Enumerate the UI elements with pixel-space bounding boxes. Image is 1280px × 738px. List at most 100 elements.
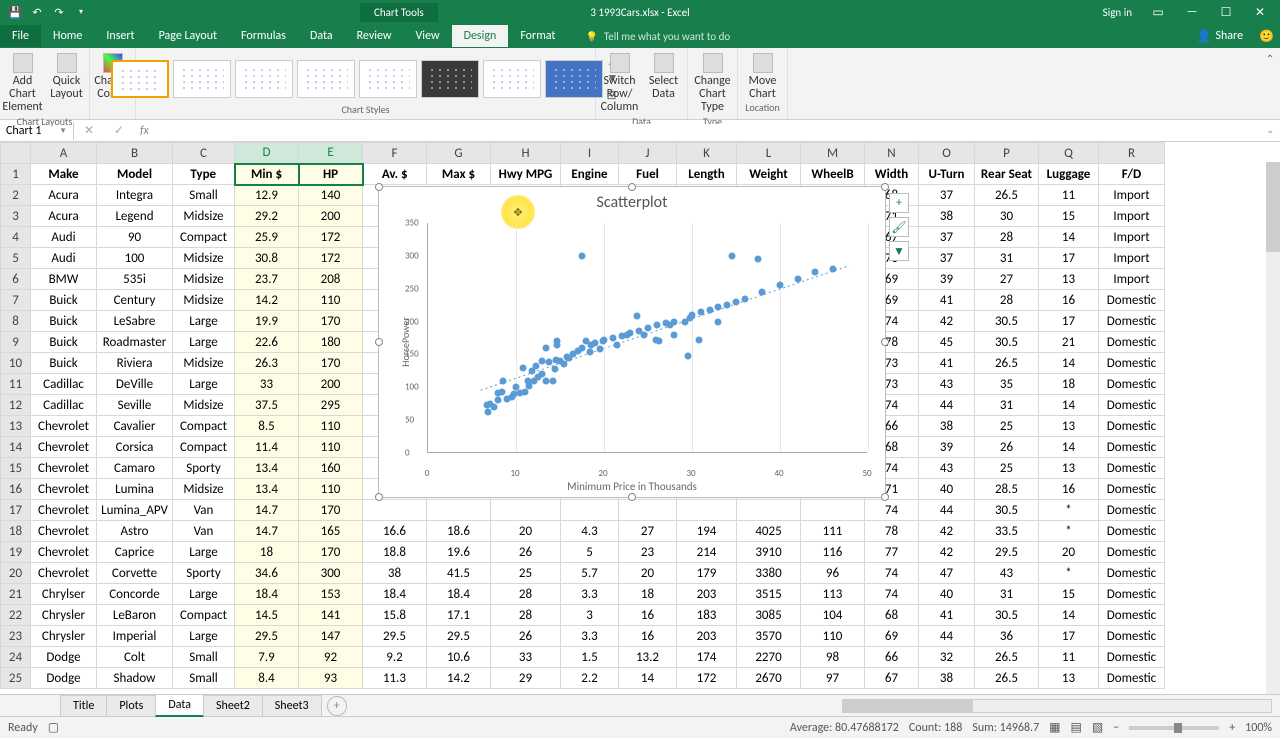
column-header[interactable]: R — [1099, 143, 1165, 164]
horizontal-scrollbar[interactable] — [842, 699, 1272, 713]
cell[interactable]: 41 — [919, 605, 975, 626]
cell[interactable]: 18.6 — [427, 521, 491, 542]
cell[interactable]: Domestic — [1099, 332, 1165, 353]
cell[interactable]: 13 — [1039, 458, 1099, 479]
cell[interactable]: 4.3 — [561, 521, 619, 542]
cell[interactable]: Large — [173, 332, 235, 353]
cell[interactable]: 147 — [299, 626, 363, 647]
cell[interactable]: 26.5 — [975, 353, 1039, 374]
row-header[interactable]: 12 — [1, 395, 31, 416]
cell[interactable]: 3380 — [737, 563, 801, 584]
cell[interactable] — [561, 500, 619, 521]
resize-handle[interactable] — [881, 183, 889, 191]
cell[interactable]: 36 — [975, 626, 1039, 647]
cell[interactable]: 18 — [235, 542, 299, 563]
data-point[interactable] — [812, 269, 819, 276]
cell[interactable]: 43 — [975, 563, 1039, 584]
cell[interactable]: Domestic — [1099, 647, 1165, 668]
tab-review[interactable]: Review — [345, 25, 404, 47]
cell[interactable]: 203 — [677, 626, 737, 647]
column-header[interactable]: E — [299, 143, 363, 164]
cell[interactable]: 170 — [299, 500, 363, 521]
cell[interactable]: Large — [173, 374, 235, 395]
data-point[interactable] — [671, 331, 678, 338]
cell[interactable]: 19.9 — [235, 311, 299, 332]
cell[interactable]: 153 — [299, 584, 363, 605]
cell[interactable]: Acura — [31, 206, 97, 227]
resize-handle[interactable] — [881, 338, 889, 346]
cell[interactable]: 39 — [919, 437, 975, 458]
cell[interactable]: 29.5 — [235, 626, 299, 647]
cell[interactable]: Compact — [173, 416, 235, 437]
cell[interactable]: 25.9 — [235, 227, 299, 248]
switch-row-column-button[interactable]: Switch Row/ Column — [600, 51, 640, 115]
cell[interactable]: Roadmaster — [97, 332, 173, 353]
data-point[interactable] — [495, 396, 502, 403]
cell[interactable]: 300 — [299, 563, 363, 584]
cell[interactable]: 179 — [677, 563, 737, 584]
cell[interactable]: 26.3 — [235, 353, 299, 374]
data-point[interactable] — [596, 346, 603, 353]
header-cell[interactable]: Luggage — [1039, 164, 1099, 185]
cell[interactable]: Shadow — [97, 668, 173, 689]
cell[interactable]: Chevrolet — [31, 563, 97, 584]
cell[interactable]: 208 — [299, 269, 363, 290]
cell[interactable]: 44 — [919, 395, 975, 416]
cell[interactable]: 42 — [919, 542, 975, 563]
row-header[interactable]: 14 — [1, 437, 31, 458]
change-chart-type-button[interactable]: Change Chart Type — [693, 51, 733, 115]
cell[interactable]: 97 — [801, 668, 865, 689]
row-header[interactable]: 7 — [1, 290, 31, 311]
cell[interactable]: Integra — [97, 185, 173, 206]
cell[interactable]: 11.4 — [235, 437, 299, 458]
data-point[interactable] — [733, 298, 740, 305]
cell[interactable]: 21 — [1039, 332, 1099, 353]
cell[interactable]: 4025 — [737, 521, 801, 542]
header-cell[interactable]: WheelB — [801, 164, 865, 185]
cell[interactable]: Domestic — [1099, 521, 1165, 542]
data-point[interactable] — [618, 333, 625, 340]
cell[interactable]: 92 — [299, 647, 363, 668]
cell[interactable]: 98 — [801, 647, 865, 668]
cell[interactable]: 1.5 — [561, 647, 619, 668]
chart-style-7[interactable] — [483, 60, 541, 98]
chart-elements-button[interactable]: + — [889, 193, 909, 213]
select-data-button[interactable]: Select Data — [644, 51, 684, 115]
chevron-down-icon[interactable]: ▼ — [59, 126, 67, 136]
cell[interactable]: 15.8 — [363, 605, 427, 626]
cell[interactable]: 29.5 — [427, 626, 491, 647]
cell[interactable]: Chevrolet — [31, 437, 97, 458]
cell[interactable]: 66 — [865, 647, 919, 668]
cell[interactable]: Buick — [31, 353, 97, 374]
quick-layout-button[interactable]: Quick Layout — [47, 51, 87, 115]
column-header[interactable]: L — [737, 143, 801, 164]
cancel-formula-icon[interactable]: ✕ — [84, 123, 94, 138]
cell[interactable]: 74 — [865, 563, 919, 584]
cell[interactable]: 3910 — [737, 542, 801, 563]
add-sheet-button[interactable]: + — [327, 696, 347, 716]
cell[interactable]: 29.2 — [235, 206, 299, 227]
cell[interactable]: 41 — [919, 290, 975, 311]
cell[interactable]: BMW — [31, 269, 97, 290]
cell[interactable]: 200 — [299, 374, 363, 395]
cell[interactable]: 77 — [865, 542, 919, 563]
cell[interactable] — [737, 500, 801, 521]
view-break-icon[interactable]: ▧ — [1092, 720, 1103, 735]
cell[interactable] — [491, 500, 561, 521]
fx-icon[interactable]: fx — [134, 124, 155, 138]
header-cell[interactable]: F/D — [1099, 164, 1165, 185]
cell[interactable]: Audi — [31, 227, 97, 248]
minimize-icon[interactable]: — — [1176, 1, 1208, 23]
cell[interactable]: 111 — [801, 521, 865, 542]
record-macro-icon[interactable]: ▢ — [48, 720, 59, 735]
cell[interactable]: Import — [1099, 248, 1165, 269]
cell[interactable]: Domestic — [1099, 668, 1165, 689]
cell[interactable] — [619, 500, 677, 521]
resize-handle[interactable] — [375, 493, 383, 501]
cell[interactable]: Domestic — [1099, 437, 1165, 458]
header-cell[interactable]: Length — [677, 164, 737, 185]
row-header[interactable]: 21 — [1, 584, 31, 605]
cell[interactable]: 25 — [975, 416, 1039, 437]
cell[interactable]: LeBaron — [97, 605, 173, 626]
cell[interactable]: Import — [1099, 185, 1165, 206]
